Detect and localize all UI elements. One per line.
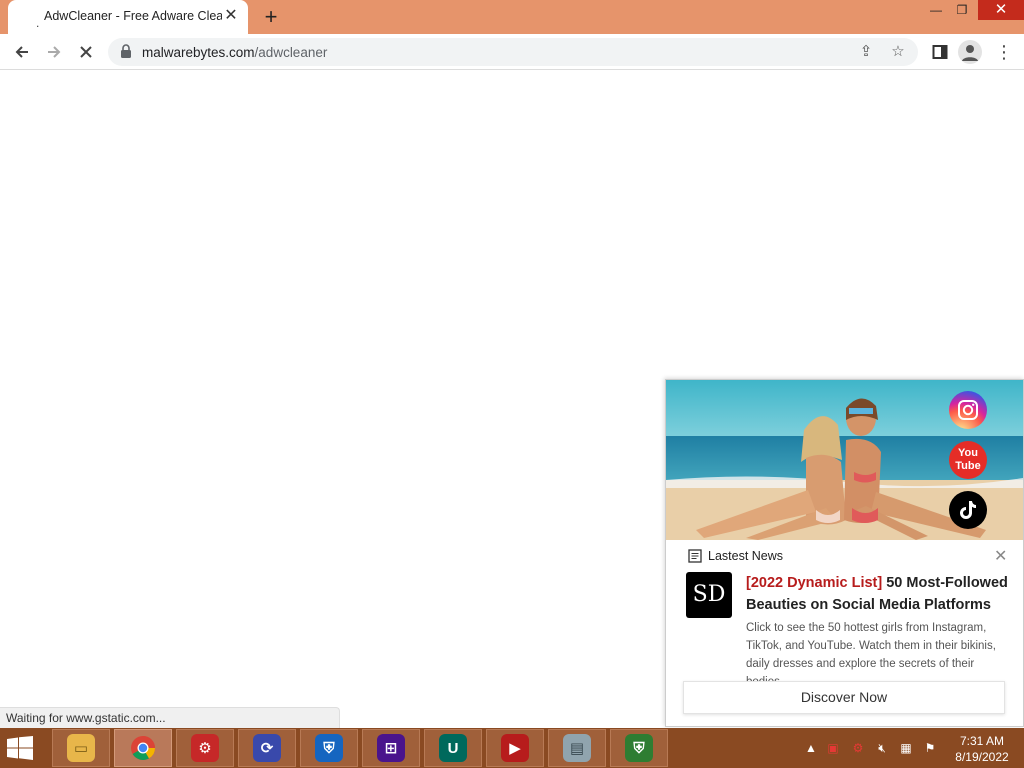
browser-status-bubble: Waiting for www.gstatic.com... xyxy=(0,707,340,728)
tray-overflow-icon[interactable]: ▲ xyxy=(803,740,819,756)
forward-button[interactable] xyxy=(40,38,68,66)
app-video-recorder-icon: ▶ xyxy=(501,734,529,762)
action-center-flag-icon[interactable]: ⚑ xyxy=(922,740,938,756)
ad-beach-photo[interactable]: You Tube xyxy=(666,380,1023,540)
restore-button[interactable]: ❐ xyxy=(948,0,976,20)
back-button[interactable] xyxy=(8,38,36,66)
taskbar-app-app-video-recorder[interactable]: ▶ xyxy=(486,729,544,767)
tiktok-icon[interactable] xyxy=(949,491,987,529)
taskbar-app-app-u-circle[interactable]: U xyxy=(424,729,482,767)
stop-loading-button[interactable] xyxy=(72,38,100,66)
taskbar-app-app-red-gear[interactable]: ⚙ xyxy=(176,729,234,767)
address-bar[interactable]: malwarebytes.com/adwcleaner ⇪ ☆ xyxy=(108,38,918,66)
windows-logo-icon xyxy=(7,736,33,760)
discover-now-button[interactable]: Discover Now xyxy=(683,681,1005,714)
ad-title[interactable]: [2022 Dynamic List] 50 Most-Followed Bea… xyxy=(746,572,1008,616)
bookmark-star-icon[interactable]: ☆ xyxy=(888,42,908,62)
file-explorer-icon: ▭ xyxy=(67,734,95,762)
tray-video-icon[interactable]: ▣ xyxy=(825,740,841,756)
clock-date: 8/19/2022 xyxy=(955,750,1009,764)
minimize-button[interactable]: — xyxy=(922,0,950,20)
clock-time: 7:31 AM xyxy=(959,734,1005,748)
taskbar-app-file-explorer[interactable]: ▭ xyxy=(52,729,110,767)
ad-header-label: Lastest News xyxy=(708,549,784,563)
app-shield-green-icon: ⛨ xyxy=(625,734,653,762)
tab-title: AdwCleaner - Free Adware Clean xyxy=(44,9,222,23)
share-icon[interactable]: ⇪ xyxy=(856,42,876,62)
windows-taskbar: ▭ ⚙ ⟳ ⛨ ⊞ U ▶ ▤ ⛨ ▲ ▣ ⚙ 🔇︎ ▦ ⚑ 7:31 AM 8/19/2022 xyxy=(0,728,1024,768)
side-panel-icon[interactable] xyxy=(926,38,954,66)
taskbar-app-app-shield-green[interactable]: ⛨ xyxy=(610,729,668,767)
url-text[interactable]: malwarebytes.com/adwcleaner xyxy=(142,45,327,60)
taskbar-app-app-purple-windows[interactable]: ⊞ xyxy=(362,729,420,767)
close-window-button[interactable]: ✕ xyxy=(978,0,1024,20)
app-purple-windows-icon: ⊞ xyxy=(377,734,405,762)
taskbar-app-app-shield-blue[interactable]: ⛨ xyxy=(300,729,358,767)
browser-toolbar: malwarebytes.com/adwcleaner ⇪ ☆ ⋮ xyxy=(0,34,1024,70)
network-icon[interactable]: ▦ xyxy=(898,740,914,756)
tab-close-icon[interactable]: ✕ xyxy=(222,7,240,25)
news-ad-popup[interactable]: You Tube Lastest News ✕ SD [2022 Dynamic… xyxy=(665,379,1024,727)
lock-icon[interactable] xyxy=(120,44,132,58)
app-red-gear-icon: ⚙ xyxy=(191,734,219,762)
ad-publisher-logo: SD xyxy=(686,572,732,618)
app-u-circle-icon: U xyxy=(439,734,467,762)
browser-tab-active[interactable]: . AdwCleaner - Free Adware Clean ✕ xyxy=(8,0,248,34)
taskbar-app-app-photo-restore[interactable]: ⟳ xyxy=(238,729,296,767)
app-photo-restore-icon: ⟳ xyxy=(253,734,281,762)
speaker-muted-icon[interactable]: 🔇︎ xyxy=(874,740,890,756)
taskbar-app-app-monitor[interactable]: ▤ xyxy=(548,729,606,767)
tray-gear-icon[interactable]: ⚙ xyxy=(850,740,866,756)
stop-x-icon xyxy=(80,46,92,58)
ad-close-icon[interactable]: ✕ xyxy=(994,546,1007,566)
arrow-right-icon xyxy=(48,46,61,58)
instagram-icon[interactable] xyxy=(949,391,987,429)
app-shield-blue-icon: ⛨ xyxy=(315,734,343,762)
youtube-icon[interactable]: You Tube xyxy=(949,441,987,479)
profile-avatar-icon[interactable] xyxy=(958,40,982,64)
chrome-icon xyxy=(129,734,157,762)
arrow-left-icon xyxy=(15,46,28,58)
app-monitor-icon: ▤ xyxy=(563,734,591,762)
browser-titlebar: . AdwCleaner - Free Adware Clean ✕ + — ❐… xyxy=(0,0,1024,34)
start-button[interactable] xyxy=(6,736,34,760)
news-icon xyxy=(688,549,702,563)
ad-header: Lastest News xyxy=(688,549,783,563)
new-tab-button[interactable]: + xyxy=(258,4,284,30)
more-menu-icon[interactable]: ⋮ xyxy=(990,38,1018,66)
tab-loading-icon: . xyxy=(36,16,40,30)
taskbar-app-chrome[interactable] xyxy=(114,729,172,767)
taskbar-clock[interactable]: 7:31 AM 8/19/2022 xyxy=(950,733,1014,765)
